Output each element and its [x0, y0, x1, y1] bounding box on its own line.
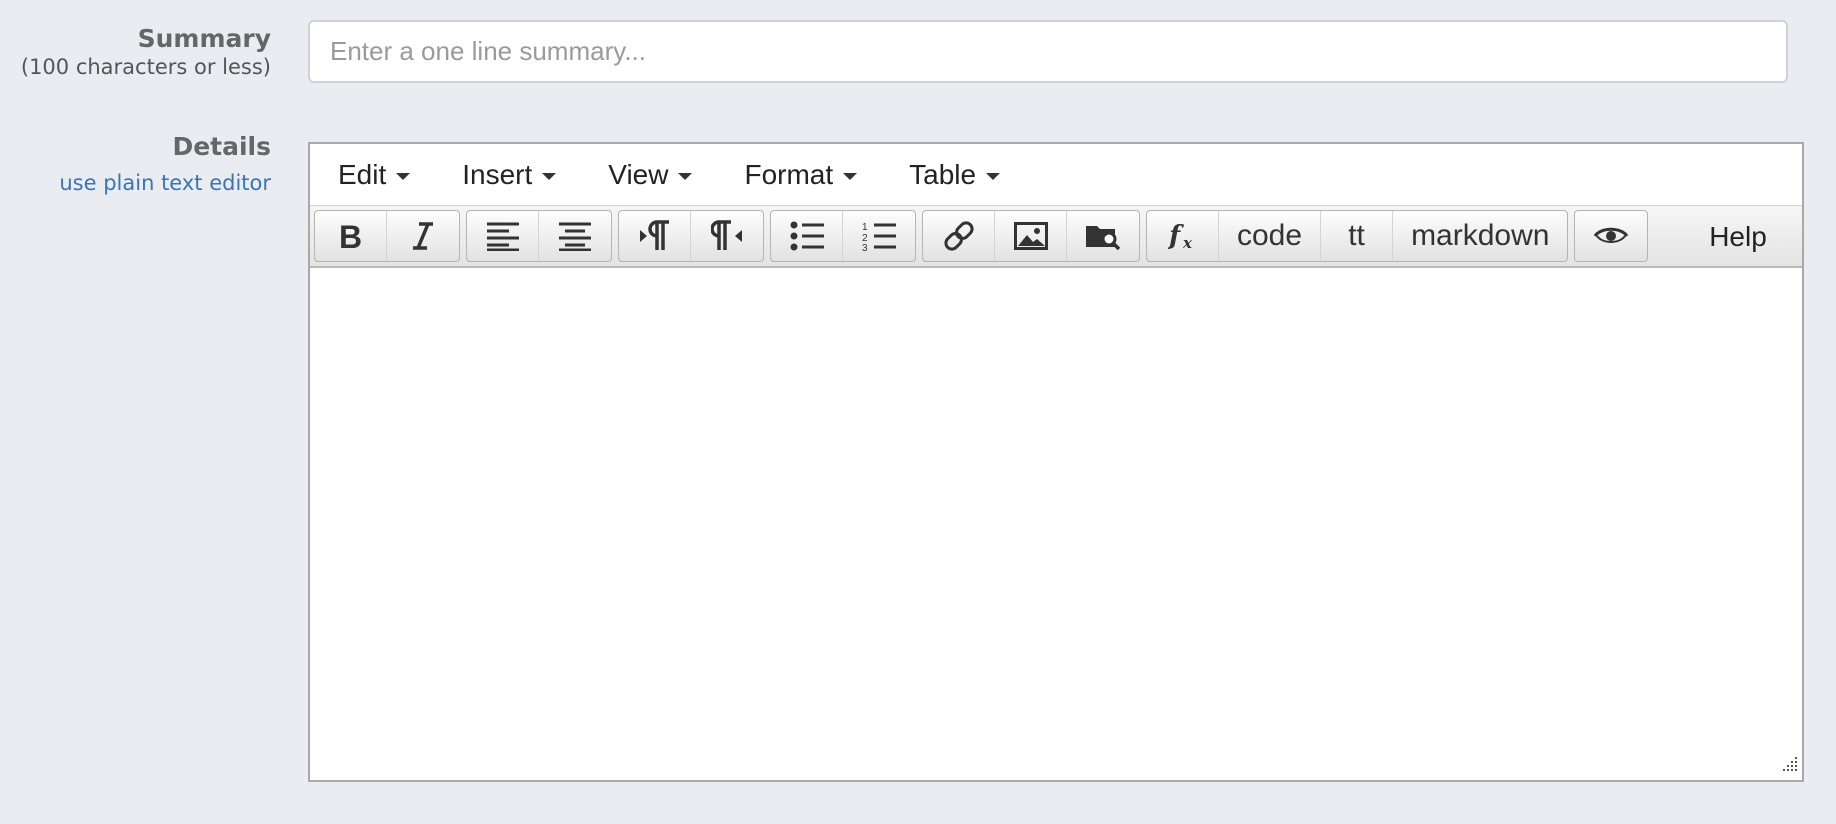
menu-view-label: View: [608, 158, 669, 190]
rich-text-editor: Edit Insert View Format Table B 1 2 3 f …: [308, 142, 1804, 782]
editor-toolbar: B 123 f x code tt markdown Help: [310, 206, 1802, 268]
menu-table-label: Table: [909, 158, 977, 190]
numbered-list-icon: 123: [862, 222, 896, 251]
menu-table[interactable]: Table: [887, 144, 1022, 205]
help-button[interactable]: Help: [1688, 211, 1788, 263]
link-button[interactable]: [923, 211, 995, 261]
ltr-icon: [639, 220, 669, 250]
menu-insert[interactable]: Insert: [440, 144, 578, 205]
summary-label: Summary: [137, 24, 271, 53]
alignment-group: [466, 210, 612, 262]
preview-button[interactable]: [1575, 211, 1647, 261]
tt-button[interactable]: tt: [1321, 211, 1394, 261]
browse-folder-icon: [1086, 226, 1121, 251]
numbered-list-button[interactable]: 123: [843, 211, 915, 261]
svg-text:B: B: [339, 220, 362, 252]
align-center-icon: [559, 222, 591, 251]
chevron-down-icon: [542, 173, 557, 180]
svg-text:3: 3: [862, 243, 868, 251]
rtl-icon: [711, 220, 742, 250]
summary-input[interactable]: [308, 20, 1788, 83]
editor-menubar: Edit Insert View Format Table: [310, 144, 1802, 206]
image-button[interactable]: [995, 211, 1067, 261]
summary-sublabel: (100 characters or less): [20, 55, 271, 79]
bullet-list-icon: [790, 221, 824, 251]
chevron-down-icon: [843, 173, 858, 180]
plain-text-editor-link[interactable]: use plain text editor: [59, 171, 271, 195]
align-left-button[interactable]: [467, 211, 539, 261]
chevron-down-icon: [396, 173, 411, 180]
rtl-button[interactable]: [691, 211, 763, 261]
details-label-group: Details use plain text editor: [59, 132, 271, 195]
chevron-down-icon: [678, 173, 693, 180]
code-button[interactable]: code: [1219, 211, 1322, 261]
formula-icon: fx: [1168, 221, 1193, 252]
menu-insert-label: Insert: [462, 158, 533, 190]
summary-label-group: Summary (100 characters or less): [21, 24, 271, 79]
chevron-down-icon: [986, 173, 1001, 180]
menu-format[interactable]: Format: [722, 144, 879, 205]
markdown-button[interactable]: markdown: [1393, 211, 1567, 261]
formula-button[interactable]: fx: [1147, 211, 1219, 261]
menu-edit-label: Edit: [338, 158, 387, 190]
insert-group: [922, 210, 1140, 262]
ltr-button[interactable]: [619, 211, 691, 261]
italic-icon: [413, 222, 433, 250]
menu-view[interactable]: View: [586, 144, 714, 205]
svg-text:f: f: [1168, 221, 1184, 251]
italic-button[interactable]: [387, 211, 459, 261]
browse-button[interactable]: [1067, 211, 1139, 261]
svg-text:x: x: [1182, 234, 1193, 252]
link-icon: [943, 221, 974, 251]
bullet-list-button[interactable]: [771, 211, 843, 261]
eye-icon: [1594, 227, 1629, 243]
text-style-group: B: [314, 210, 460, 262]
align-left-icon: [486, 222, 519, 251]
menu-edit[interactable]: Edit: [316, 144, 432, 205]
image-icon: [1013, 222, 1048, 250]
resize-handle-icon[interactable]: [1780, 754, 1798, 772]
direction-group: [618, 210, 764, 262]
preview-group: [1574, 210, 1649, 262]
editor-content-area[interactable]: [310, 268, 1802, 776]
align-center-button[interactable]: [539, 211, 611, 261]
bold-icon: B: [339, 220, 362, 252]
details-label: Details: [172, 132, 271, 161]
bold-button[interactable]: B: [315, 211, 387, 261]
list-group: 123: [770, 210, 916, 262]
menu-format-label: Format: [744, 158, 834, 190]
svg-text:1: 1: [862, 222, 868, 233]
code-group: fx code tt markdown: [1146, 210, 1569, 262]
